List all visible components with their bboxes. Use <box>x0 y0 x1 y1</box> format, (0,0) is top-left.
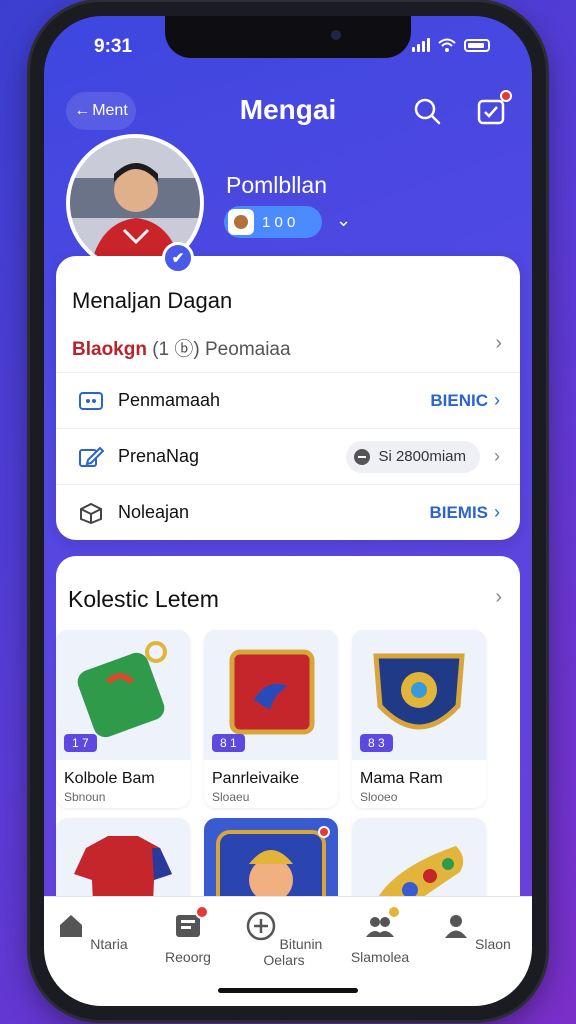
menu-row-3[interactable]: Noleajan BIEMIS › <box>56 484 520 540</box>
collection-item[interactable]: 8 3 Mama Ram Slooeo <box>352 630 486 808</box>
tab-label: Slaon <box>475 936 511 952</box>
chevron-right-icon[interactable]: › <box>495 332 502 355</box>
header: ← Ment Mengai <box>44 86 532 136</box>
item-tag: 8 3 <box>360 734 393 752</box>
menu-row-1[interactable]: Penmamaah BIENIC › <box>56 372 520 428</box>
minus-icon <box>354 448 371 465</box>
new-badge <box>318 826 330 838</box>
card-title: Menaljan Dagan <box>72 288 233 313</box>
collection-item[interactable]: 8 1 Panrleivaike Sloaeu <box>204 630 338 808</box>
status-icons <box>412 38 490 52</box>
notification-badge <box>195 905 209 919</box>
wifi-icon <box>438 38 456 52</box>
balance-value: Si 2800miam <box>378 448 466 465</box>
balance-pill[interactable]: Si 2800miam <box>346 440 480 473</box>
item-tag: 8 1 <box>212 734 245 752</box>
users-icon <box>365 905 401 941</box>
row-label: PrenaNag <box>118 446 200 466</box>
row-label: Penmamaah <box>118 390 221 410</box>
notification-badge <box>500 90 512 102</box>
tab-label: Slamolea <box>350 949 410 965</box>
item-name: Kolbole Bam <box>64 770 155 787</box>
chevron-right-icon: › <box>494 446 500 466</box>
level-value: 1 0 0 <box>262 213 296 231</box>
box-icon <box>80 502 102 524</box>
phone-frame: 9:31 ← Ment Mengai ✔ Pomlbllan 1 0 0 ⌄ M… <box>30 2 546 1020</box>
search-icon[interactable] <box>412 96 442 126</box>
row-value: BIENIC <box>430 390 488 410</box>
account-card: Menaljan Dagan Blaokgn (1 ⓑ) Peomaiaa › … <box>56 256 520 540</box>
tab-records[interactable]: Reoorg <box>140 905 236 965</box>
item-name: Panrleivaike <box>212 770 300 787</box>
tab-home[interactable]: Ntaria <box>44 911 140 952</box>
wallet-icon <box>79 391 103 410</box>
verified-badge: ✔ <box>162 242 194 274</box>
chevron-down-icon[interactable]: ⌄ <box>336 210 351 231</box>
row-value: BIEMIS <box>429 502 488 522</box>
signal-icon <box>412 38 430 52</box>
tab-label: Ntaria <box>90 936 128 952</box>
collection-card: Kolestic Letem › 1 7 Kolbole Bam Sbnoun 8… <box>56 556 520 996</box>
card-subtitle[interactable]: Blaokgn (1 ⓑ) Peomaiaa <box>72 334 291 361</box>
level-badge[interactable]: 1 0 0 <box>224 206 322 238</box>
chevron-right-icon[interactable]: › <box>495 586 502 609</box>
notch <box>165 16 411 58</box>
profile-name: Pomlbllan <box>226 172 327 198</box>
menu-row-2[interactable]: PrenaNag Si 2800miam › <box>56 428 520 484</box>
section-title: Kolestic Letem <box>68 586 219 612</box>
level-icon <box>228 209 254 235</box>
ticket-icon <box>173 905 209 941</box>
row-label: Noleajan <box>118 502 190 522</box>
tab-profile[interactable]: Slaon <box>428 911 524 952</box>
battery-icon <box>464 38 490 52</box>
tab-community[interactable]: Slamolea <box>332 905 428 965</box>
item-sub: Sloaeu <box>212 790 250 804</box>
item-sub: Slooeo <box>360 790 398 804</box>
tab-add[interactable]: Bitunin Oelars <box>236 911 332 968</box>
subtitle-highlight: Blaokgn <box>72 339 147 360</box>
chevron-right-icon: › <box>494 390 500 410</box>
item-name: Mama Ram <box>360 770 443 787</box>
subtitle-text: (1 ⓑ) Peomaiaa <box>152 339 291 360</box>
home-indicator <box>218 988 358 993</box>
notification-badge <box>387 905 401 919</box>
tab-label: Reoorg <box>165 949 211 965</box>
inbox-button[interactable] <box>476 90 512 126</box>
profile-icon <box>445 915 468 938</box>
item-tag: 1 7 <box>64 734 97 752</box>
item-sub: Sbnoun <box>64 790 106 804</box>
status-time: 9:31 <box>94 36 133 57</box>
home-icon <box>60 915 83 937</box>
page-title: Mengai <box>239 94 337 125</box>
collection-item[interactable]: 1 7 Kolbole Bam Sbnoun <box>56 630 190 808</box>
chevron-right-icon: › <box>494 502 500 522</box>
edit-icon <box>79 446 104 467</box>
app-screen: 9:31 ← Ment Mengai ✔ Pomlbllan 1 0 0 ⌄ M… <box>44 16 532 1006</box>
add-circle-icon <box>246 911 275 941</box>
